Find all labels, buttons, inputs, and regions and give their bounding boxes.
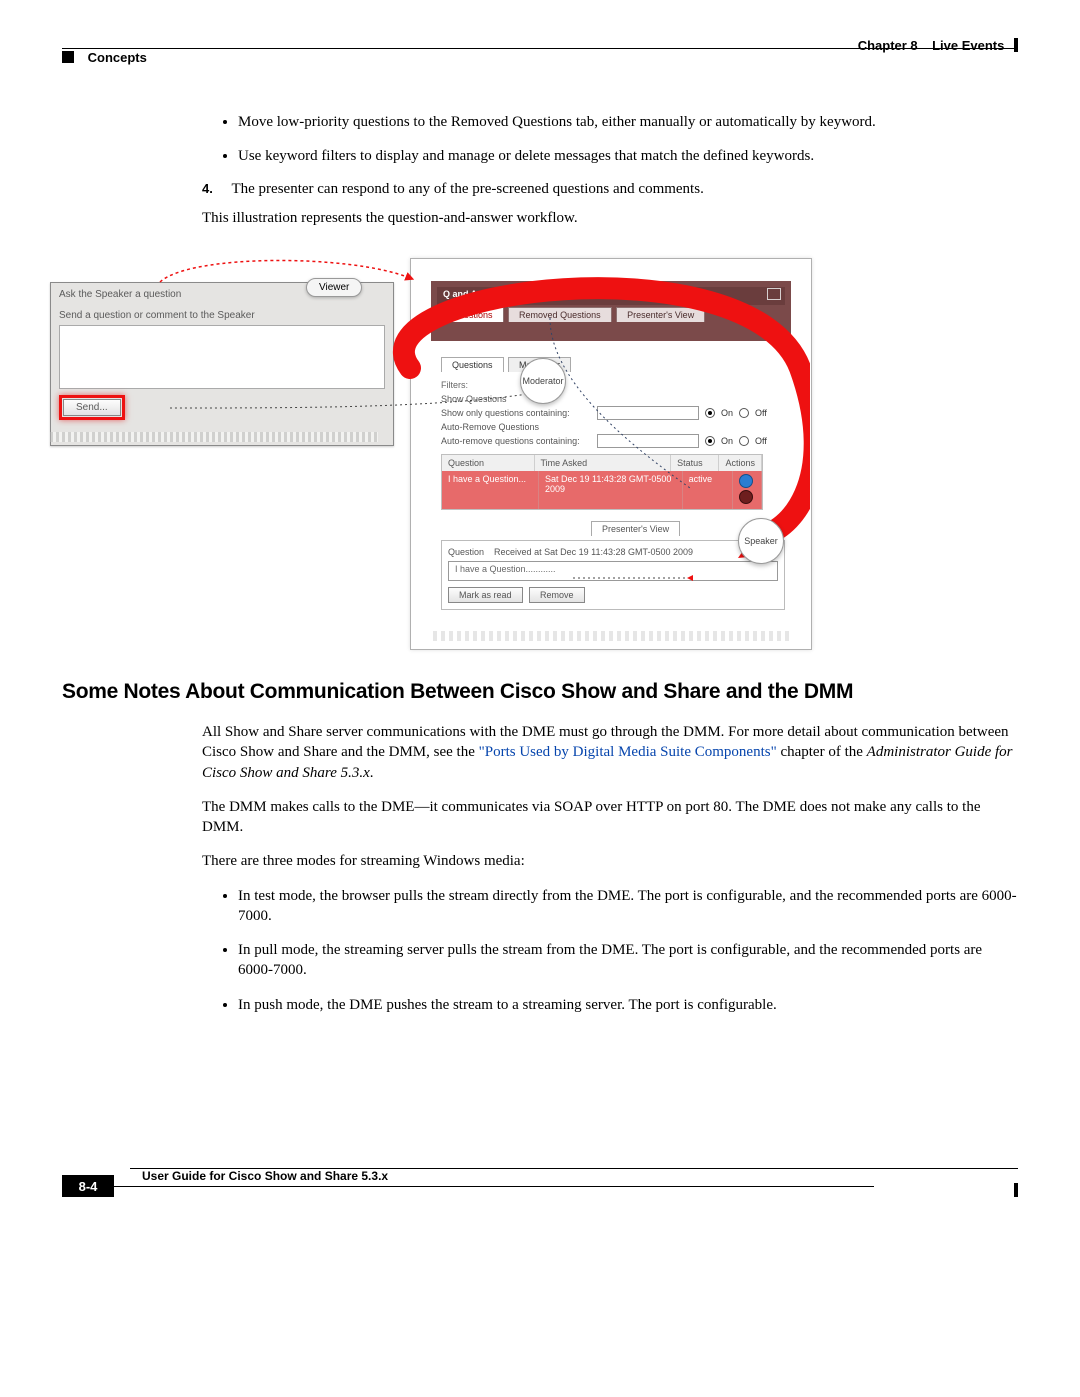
col-question: Question	[442, 455, 535, 471]
remove-button[interactable]: Remove	[529, 587, 585, 603]
step-4-text: The presenter can respond to any of the …	[231, 181, 703, 197]
auto-remove-radio-off[interactable]	[739, 436, 749, 446]
viewer-question-textarea[interactable]	[59, 325, 385, 389]
table-row[interactable]: I have a Question... Sat Dec 19 11:43:28…	[442, 471, 762, 509]
viewer-panel: Ask the Speaker a question Send a questi…	[50, 282, 394, 446]
ports-link[interactable]: "Ports Used by Digital Media Suite Compo…	[479, 744, 777, 760]
mode-bullet-1: In test mode, the browser pulls the stre…	[238, 886, 1018, 927]
section-para-1: All Show and Share server communications…	[202, 722, 1018, 783]
top-bullet-2: Use keyword filters to display and manag…	[238, 146, 1018, 166]
header-left: Concepts	[62, 50, 147, 65]
auto-remove-radio-on[interactable]	[705, 436, 715, 446]
header-section-label: Concepts	[88, 50, 147, 65]
cell-time: Sat Dec 19 11:43:28 GMT-0500 2009	[539, 471, 683, 509]
torn-edge-icon	[50, 432, 378, 442]
auto-remove-label: Auto-Remove Questions	[441, 422, 785, 432]
radio-on-label-1: On	[721, 408, 733, 418]
torn-edge-icon-2	[433, 631, 789, 641]
tab-questions[interactable]: Questions	[441, 307, 504, 322]
section-para-2: The DMM makes calls to the DME—it commun…	[202, 797, 1018, 838]
question-table: Question Time Asked Status Actions I hav…	[441, 454, 763, 510]
header-square-icon	[62, 51, 74, 63]
show-only-input[interactable]	[597, 406, 699, 420]
tab-removed-questions[interactable]: Removed Questions	[508, 307, 612, 322]
illustration-intro: This illustration represents the questio…	[202, 208, 1018, 228]
tab-presenters-view[interactable]: Presenter's View	[616, 307, 705, 322]
para1-c: .	[370, 765, 374, 781]
presenter-received-text: Received at Sat Dec 19 11:43:28 GMT-0500…	[494, 547, 693, 557]
radio-off-label-1: Off	[755, 408, 767, 418]
header-bar-icon	[1014, 38, 1018, 52]
auto-remove-containing-label: Auto-remove questions containing:	[441, 436, 591, 446]
mode-bullet-2: In pull mode, the streaming server pulls…	[238, 940, 1018, 981]
presenter-question-label: Question	[448, 547, 484, 557]
send-instruction-label: Send a question or comment to the Speake…	[59, 310, 385, 321]
forward-action-icon[interactable]	[739, 474, 753, 488]
col-status: Status	[671, 455, 719, 471]
mark-as-read-button[interactable]: Mark as read	[448, 587, 523, 603]
col-actions: Actions	[719, 455, 762, 471]
presenter-question-text: I have a Question............	[448, 561, 778, 581]
send-button-highlight: Send...	[59, 395, 125, 420]
modes-bullet-list: In test mode, the browser pulls the stre…	[202, 886, 1018, 1015]
header-right: Chapter 8 Live Events	[858, 38, 1018, 53]
step-4-number: 4.	[202, 181, 228, 196]
para1-b: chapter of the	[777, 744, 867, 760]
moderator-panel: Q and A module Questions Removed Questio…	[410, 258, 812, 650]
moderator-badge: Moderator	[520, 358, 566, 404]
radio-off-label-2: Off	[755, 436, 767, 446]
col-time-asked: Time Asked	[535, 455, 672, 471]
show-only-label: Show only questions containing:	[441, 408, 591, 418]
footer-guide-title: User Guide for Cisco Show and Share 5.3.…	[142, 1169, 388, 1183]
viewer-badge: Viewer	[306, 278, 362, 297]
radio-on-label-2: On	[721, 436, 733, 446]
delete-action-icon[interactable]	[739, 490, 753, 504]
footer-page-number: 8-4	[62, 1175, 114, 1197]
mode-bullet-3: In push mode, the DME pushes the stream …	[238, 995, 1018, 1015]
speaker-badge: Speaker	[738, 518, 784, 564]
send-button[interactable]: Send...	[63, 399, 121, 416]
subtab-questions[interactable]: Questions	[441, 357, 504, 372]
footer-rule-bottom	[114, 1186, 874, 1187]
cell-question: I have a Question...	[442, 471, 539, 509]
cell-status: active	[683, 471, 733, 509]
presenters-view-subtab[interactable]: Presenter's View	[591, 521, 680, 536]
auto-remove-input[interactable]	[597, 434, 699, 448]
popout-icon[interactable]	[767, 288, 781, 300]
section-para-3: There are three modes for streaming Wind…	[202, 851, 1018, 871]
show-only-radio-off[interactable]	[739, 408, 749, 418]
header-chapter: Chapter 8	[858, 38, 918, 53]
top-bullet-1: Move low-priority questions to the Remov…	[238, 112, 1018, 132]
footer-bar-icon	[1014, 1183, 1018, 1197]
step-4-row: 4. The presenter can respond to any of t…	[202, 181, 1018, 198]
cell-actions	[733, 471, 762, 509]
show-only-radio-on[interactable]	[705, 408, 715, 418]
filters-label: Filters:	[441, 380, 785, 390]
qa-module-title: Q and A module	[437, 287, 785, 305]
section-heading: Some Notes About Communication Between C…	[62, 680, 853, 704]
qa-workflow-figure: Ask the Speaker a question Send a questi…	[50, 258, 810, 648]
show-questions-label: Show Questions	[441, 394, 785, 404]
top-bullet-list: Move low-priority questions to the Remov…	[202, 112, 1018, 167]
header-title: Live Events	[932, 38, 1004, 53]
